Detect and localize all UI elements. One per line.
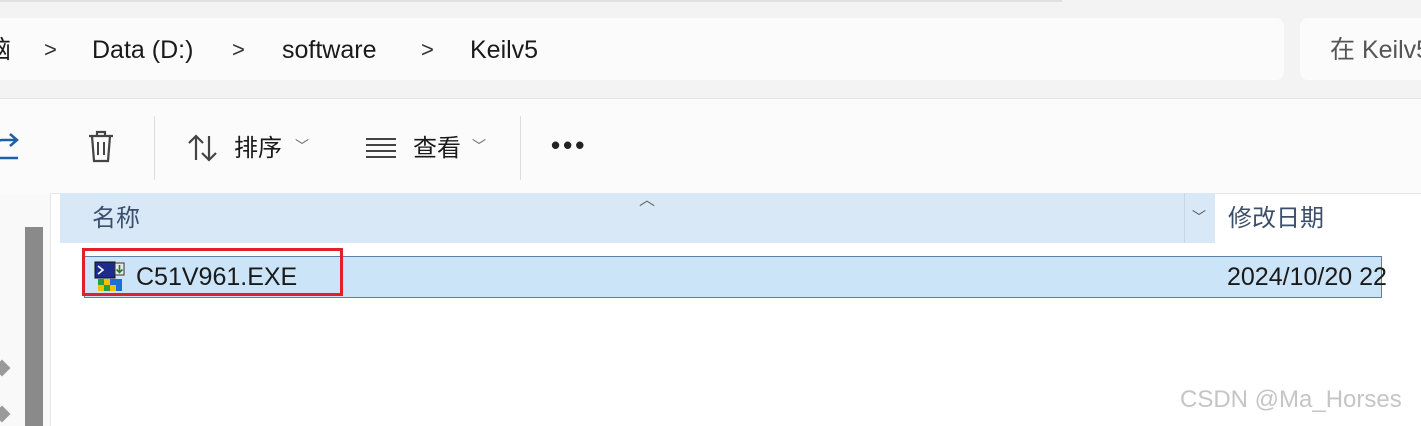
navigation-scrollbar[interactable] <box>25 227 43 426</box>
breadcrumb-item-this-pc[interactable]: 脑 <box>0 34 11 66</box>
share-icon[interactable] <box>0 130 24 164</box>
breadcrumb-separator[interactable]: > <box>421 34 434 66</box>
sort-icon[interactable] <box>186 132 220 164</box>
view-list-icon[interactable] <box>364 136 398 160</box>
column-header-name[interactable] <box>60 193 1184 243</box>
search-input[interactable]: 在 Keilv5 <box>1300 18 1421 80</box>
pane-divider <box>50 193 51 426</box>
toolbar-divider <box>154 116 155 180</box>
breadcrumb-item-software[interactable]: software <box>282 34 376 66</box>
sort-ascending-icon: ︿ <box>639 192 656 209</box>
column-filter-dropdown[interactable]: ﹀ <box>1184 193 1215 243</box>
search-placeholder: 在 Keilv5 <box>1330 36 1421 64</box>
breadcrumb-item-data-drive[interactable]: Data (D:) <box>92 34 193 66</box>
delete-icon[interactable] <box>86 130 116 164</box>
watermark-text: CSDN @Ma_Horses <box>1180 386 1402 413</box>
breadcrumb-item-keilv5[interactable]: Keilv5 <box>470 34 538 66</box>
chevron-down-icon: ﹀ <box>1192 209 1206 225</box>
column-header-name-label: 名称 <box>92 205 140 232</box>
toolbar-divider <box>520 116 521 180</box>
chevron-down-icon[interactable]: ﹀ <box>295 136 309 156</box>
sort-button[interactable]: 排序 <box>234 133 282 165</box>
file-modified-date: 2024/10/20 22 <box>1227 263 1387 291</box>
breadcrumb-separator[interactable]: > <box>44 34 57 66</box>
top-scroll-line <box>0 0 1062 2</box>
column-header-date[interactable]: 修改日期 <box>1228 203 1324 235</box>
breadcrumb-separator[interactable]: > <box>232 34 245 66</box>
more-options-button[interactable]: ••• <box>551 130 587 161</box>
annotation-highlight-box <box>82 248 343 296</box>
chevron-down-icon[interactable]: ﹀ <box>472 136 486 156</box>
view-button[interactable]: 查看 <box>413 133 461 165</box>
